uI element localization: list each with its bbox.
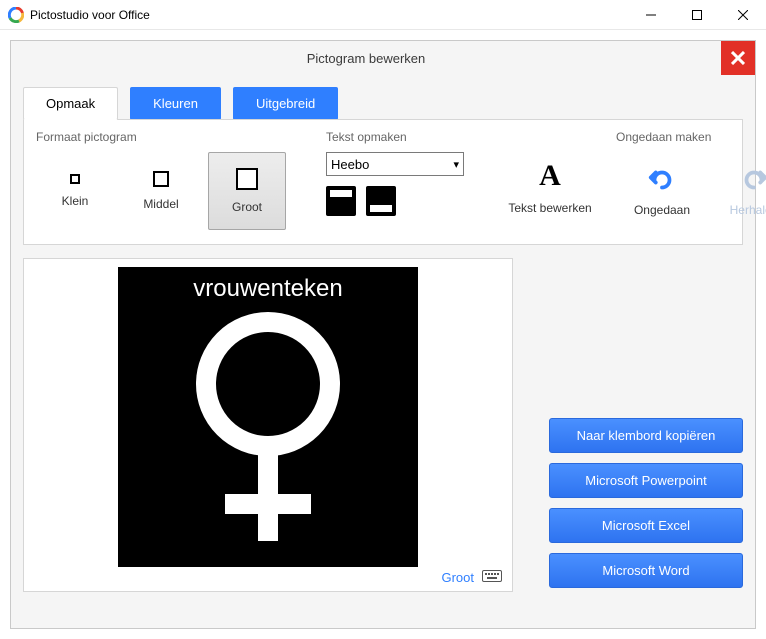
window-close-button[interactable] [720,0,766,30]
format-section: Formaat pictogram Klein Middel Groot [36,130,286,230]
label-bottom-icon [370,205,392,212]
undo-section: Ongedaan maken Ongedaan [616,130,766,230]
ribbon: Formaat pictogram Klein Middel Groot [23,119,743,245]
size-groot-button[interactable]: Groot [208,152,286,230]
font-dropdown[interactable]: Heebo ▾ [326,152,464,176]
size-klein-button[interactable]: Klein [36,152,114,230]
app-icon [8,7,24,23]
undo-icon [647,165,677,195]
text-section-label: Tekst opmaken [326,130,464,144]
label-top-icon [330,190,352,197]
medium-square-icon [153,171,169,187]
pictogram-preview: vrouwenteken [118,267,418,567]
letter-a-icon: A [539,159,561,193]
panel-close-button[interactable] [721,41,755,75]
large-square-icon [236,168,258,190]
tab-uitgebreid[interactable]: Uitgebreid [233,87,338,120]
panel-title: Pictogram bewerken [11,51,721,66]
export-powerpoint-button[interactable]: Microsoft Powerpoint [549,463,743,498]
label-top-button[interactable] [326,186,356,216]
tab-opmaak[interactable]: Opmaak [23,87,118,120]
redo-icon [739,165,766,195]
tab-kleuren[interactable]: Kleuren [130,87,221,120]
female-symbol-icon [163,309,373,549]
copy-clipboard-button[interactable]: Naar klembord kopiëren [549,418,743,453]
text-section: Tekst opmaken Heebo ▾ [326,130,464,230]
preview-size-link[interactable]: Groot [441,570,474,585]
export-word-button[interactable]: Microsoft Word [549,553,743,588]
maximize-button[interactable] [674,0,720,30]
undo-button[interactable]: Ongedaan [616,152,708,230]
pictogram-text: vrouwenteken [193,275,342,303]
preview-card: vrouwenteken Groot [23,258,513,592]
keyboard-icon[interactable] [482,570,502,585]
tab-bar: Opmaak Kleuren Uitgebreid [11,75,755,120]
minimize-button[interactable] [628,0,674,30]
size-middel-button[interactable]: Middel [122,152,200,230]
redo-button[interactable]: Herhalen [708,152,766,230]
editor-panel: Pictogram bewerken Opmaak Kleuren Uitgeb… [10,40,756,629]
edit-text-button[interactable]: A Tekst bewerken [504,148,596,226]
format-section-label: Formaat pictogram [36,130,286,144]
window-title: Pictostudio voor Office [30,8,628,22]
label-bottom-button[interactable] [366,186,396,216]
small-square-icon [70,174,80,184]
undo-section-label: Ongedaan maken [616,130,766,144]
titlebar: Pictostudio voor Office [0,0,766,30]
export-excel-button[interactable]: Microsoft Excel [549,508,743,543]
chevron-down-icon: ▾ [453,158,459,171]
